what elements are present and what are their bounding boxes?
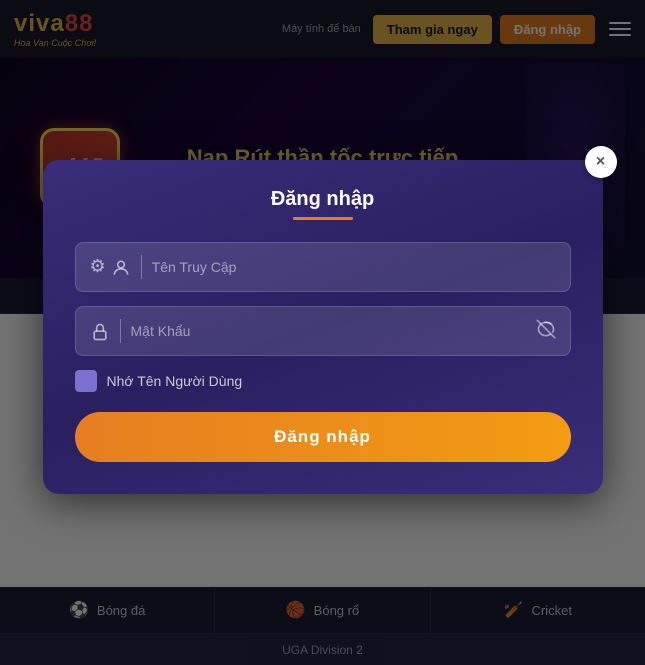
user-icon: ⚙ (90, 256, 131, 277)
modal-title: Đăng nhập (75, 188, 571, 211)
password-input[interactable] (131, 323, 536, 339)
remember-row: Nhớ Tên Người Dùng (75, 370, 571, 392)
login-modal: × Đăng nhập ⚙ (43, 160, 603, 494)
input-divider-password (120, 319, 121, 343)
modal-close-button[interactable]: × (585, 146, 617, 178)
remember-label: Nhớ Tên Người Dùng (107, 373, 243, 389)
remember-checkbox[interactable] (75, 370, 97, 392)
username-input[interactable] (152, 259, 556, 275)
username-input-group: ⚙ (75, 242, 571, 292)
modal-title-underline (293, 217, 353, 220)
modal-overlay: × Đăng nhập ⚙ (0, 0, 645, 665)
password-input-group (75, 306, 571, 356)
input-divider-username (141, 255, 142, 279)
lock-icon (90, 320, 110, 341)
toggle-password-icon[interactable] (536, 319, 556, 344)
login-modal-button[interactable]: Đăng nhập (75, 412, 571, 462)
